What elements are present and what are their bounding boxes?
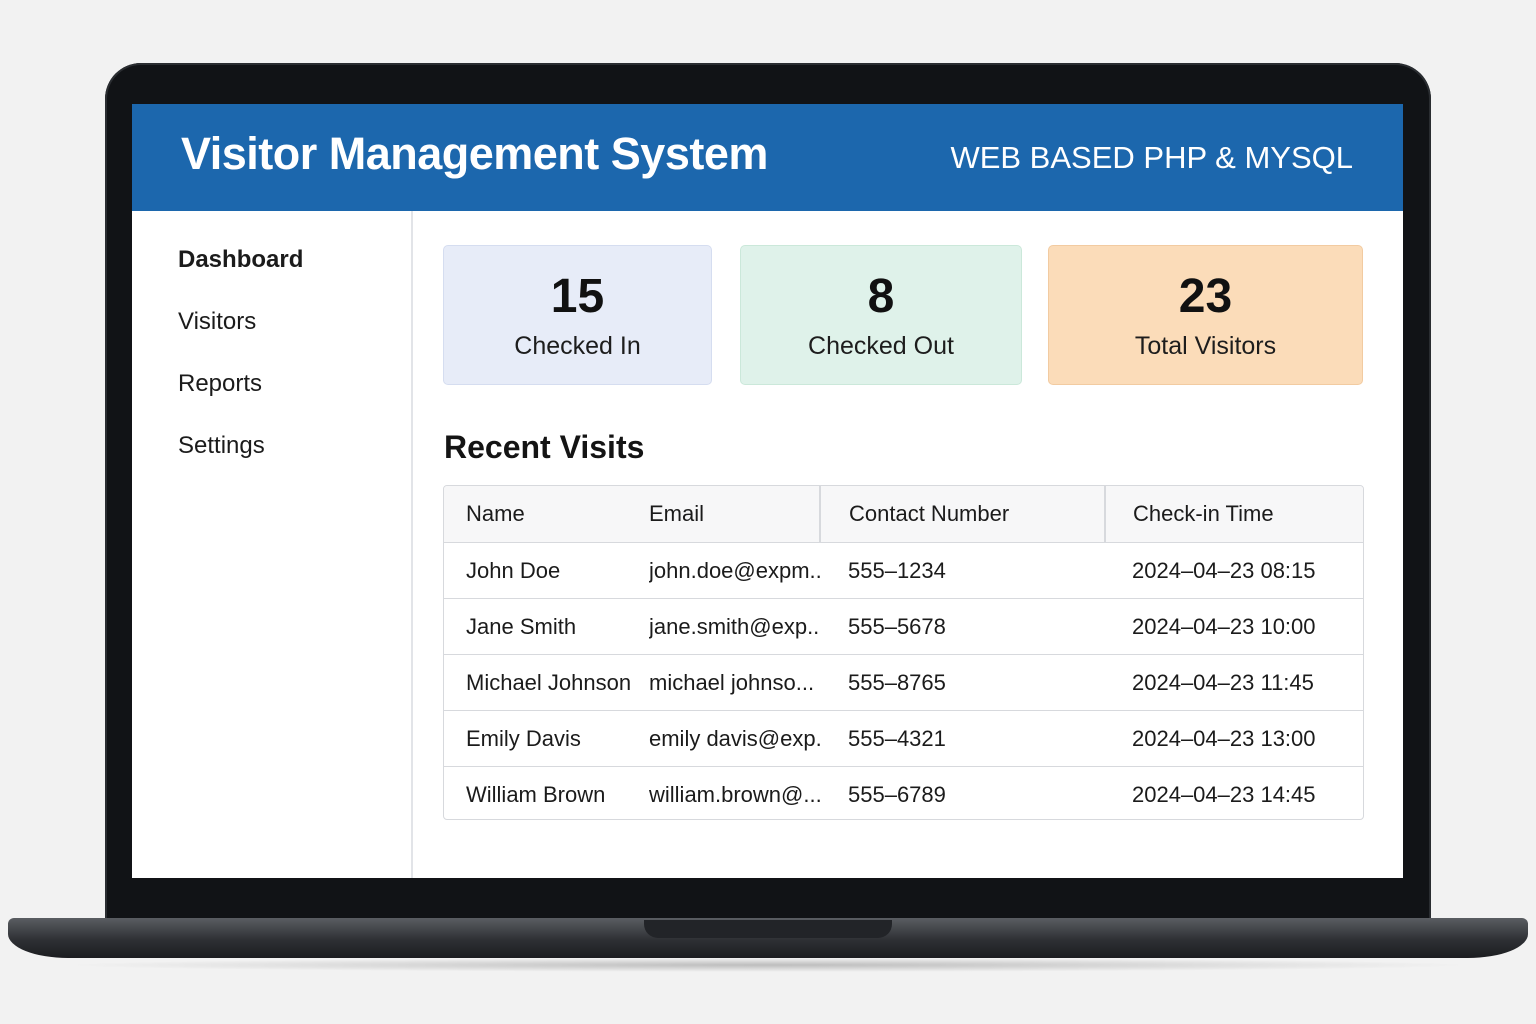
cell-email: john.doe@expm... [649, 542, 820, 599]
table-row[interactable]: Michael Johnson michael johnso... 555–87… [444, 654, 1363, 711]
sidebar-item-dashboard[interactable]: Dashboard [178, 246, 303, 274]
cell-name: Emily Davis [444, 710, 649, 767]
stat-label: Checked In [514, 332, 641, 360]
stat-value: 15 [550, 270, 605, 323]
cell-name: Jane Smith [444, 598, 649, 655]
section-title: Recent Visits [444, 429, 645, 465]
cell-email: william.brown@... [649, 766, 820, 819]
sidebar-item-visitors[interactable]: Visitors [178, 308, 256, 336]
stat-label: Total Visitors [1134, 332, 1277, 360]
cell-checkin: 2024–04–23 11:45 [1105, 654, 1363, 711]
sidebar: Dashboard Visitors Reports Settings [132, 211, 413, 878]
app-title: Visitor Management System [181, 128, 768, 179]
cell-checkin: 2024–04–23 08:15 [1105, 542, 1363, 599]
stat-card-checked-in: 15 Checked In [443, 245, 712, 385]
column-header-checkin: Check-in Time [1104, 486, 1363, 543]
cell-email: emily davis@exp... [649, 710, 820, 767]
table-row[interactable]: William Brown william.brown@... 555–6789… [444, 766, 1363, 819]
cell-name: William Brown [444, 766, 649, 819]
cell-checkin: 2024–04–23 13:00 [1105, 710, 1363, 767]
stat-card-total-visitors: 23 Total Visitors [1048, 245, 1363, 385]
table-row[interactable]: Jane Smith jane.smith@exp... 555–5678 20… [444, 598, 1363, 655]
cell-contact: 555–5678 [820, 598, 1105, 655]
cell-contact: 555–1234 [820, 542, 1105, 599]
cell-contact: 555–8765 [820, 654, 1105, 711]
app-subtitle: WEB BASED PHP & MYSQL [950, 140, 1353, 175]
laptop-shadow [60, 958, 1476, 972]
stat-value: 23 [1178, 270, 1233, 323]
stat-value: 8 [867, 270, 895, 323]
sidebar-item-settings[interactable]: Settings [178, 432, 265, 460]
table-row[interactable]: Emily Davis emily davis@exp... 555–4321 … [444, 710, 1363, 767]
stat-label: Checked Out [808, 332, 954, 360]
recent-visits-table: Name Email Contact Number Check-in Time … [443, 485, 1364, 820]
table-row[interactable]: John Doe john.doe@expm... 555–1234 2024–… [444, 542, 1363, 599]
stat-card-checked-out: 8 Checked Out [740, 245, 1022, 385]
cell-contact: 555–6789 [820, 766, 1105, 819]
column-header-email: Email [649, 486, 820, 543]
app-screen: Visitor Management System WEB BASED PHP … [132, 104, 1403, 878]
main-content: 15 Checked In 8 Checked Out 23 Total Vis… [413, 211, 1403, 878]
app-header: Visitor Management System WEB BASED PHP … [132, 104, 1403, 211]
table-header-row: Name Email Contact Number Check-in Time [444, 486, 1363, 543]
sidebar-item-reports[interactable]: Reports [178, 370, 262, 398]
cell-name: Michael Johnson [444, 654, 649, 711]
cell-email: jane.smith@exp... [649, 598, 820, 655]
cell-checkin: 2024–04–23 10:00 [1105, 598, 1363, 655]
cell-email: michael johnso... [649, 654, 820, 711]
column-header-name: Name [444, 486, 649, 543]
cell-contact: 555–4321 [820, 710, 1105, 767]
laptop-notch [644, 920, 892, 938]
cell-name: John Doe [444, 542, 649, 599]
column-header-contact: Contact Number [819, 486, 1105, 543]
cell-checkin: 2024–04–23 14:45 [1105, 766, 1363, 819]
